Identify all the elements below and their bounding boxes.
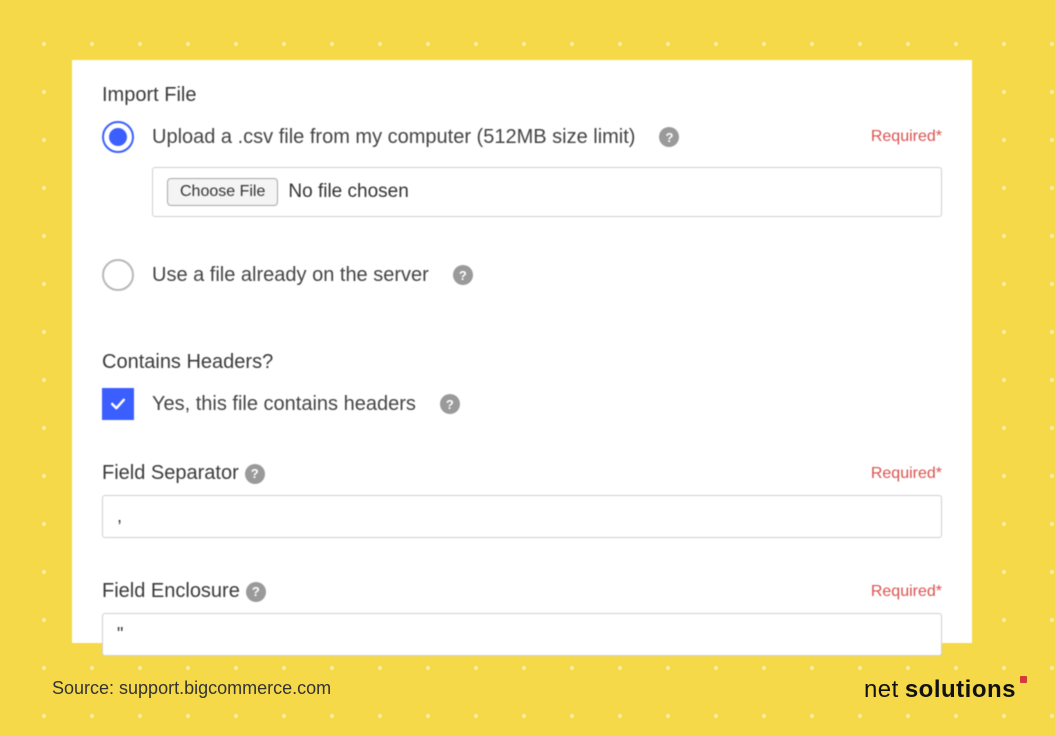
help-icon[interactable]: ? <box>659 127 679 147</box>
help-icon[interactable]: ? <box>453 265 473 285</box>
upload-radio-button[interactable] <box>102 121 134 153</box>
field-separator-group: Field Separator ? Required* <box>102 462 942 538</box>
server-file-option-row[interactable]: Use a file already on the server ? <box>102 259 942 291</box>
server-radio-button[interactable] <box>102 259 134 291</box>
field-enclosure-group: Field Enclosure ? Required* <box>102 580 942 656</box>
headers-checkbox-label: Yes, this file contains headers <box>152 393 416 416</box>
field-separator-label: Field Separator <box>102 462 239 485</box>
field-enclosure-label: Field Enclosure <box>102 580 240 603</box>
upload-option-label: Upload a .csv file from my computer (512… <box>152 126 635 149</box>
required-indicator: Required* <box>871 128 942 146</box>
headers-checkbox[interactable] <box>102 388 134 420</box>
import-form-panel: Import File Upload a .csv file from my c… <box>72 60 972 643</box>
choose-file-button[interactable]: Choose File <box>167 178 278 206</box>
check-icon <box>108 394 128 414</box>
field-enclosure-label-row: Field Enclosure ? Required* <box>102 580 942 603</box>
help-icon[interactable]: ? <box>245 464 265 484</box>
source-attribution: Source: support.bigcommerce.com <box>52 678 331 699</box>
upload-file-option-row[interactable]: Upload a .csv file from my computer (512… <box>102 121 942 153</box>
help-icon[interactable]: ? <box>440 394 460 414</box>
file-input-container: Choose File No file chosen <box>152 167 942 217</box>
headers-checkbox-row[interactable]: Yes, this file contains headers ? <box>102 388 942 420</box>
file-chosen-status: No file chosen <box>288 181 408 203</box>
field-separator-input[interactable] <box>102 495 942 538</box>
field-enclosure-input[interactable] <box>102 613 942 656</box>
field-separator-label-row: Field Separator ? Required* <box>102 462 942 485</box>
required-indicator: Required* <box>871 465 942 483</box>
brand-part1: net <box>864 676 899 704</box>
help-icon[interactable]: ? <box>246 582 266 602</box>
required-indicator: Required* <box>871 583 942 601</box>
contains-headers-title: Contains Headers? <box>102 351 942 374</box>
brand-logo: net solutions <box>864 676 1027 704</box>
brand-dot-icon <box>1020 676 1027 683</box>
import-file-title: Import File <box>102 84 942 107</box>
radio-selected-dot <box>109 128 127 146</box>
brand-part2: solutions <box>905 676 1016 704</box>
server-option-label: Use a file already on the server <box>152 264 429 287</box>
